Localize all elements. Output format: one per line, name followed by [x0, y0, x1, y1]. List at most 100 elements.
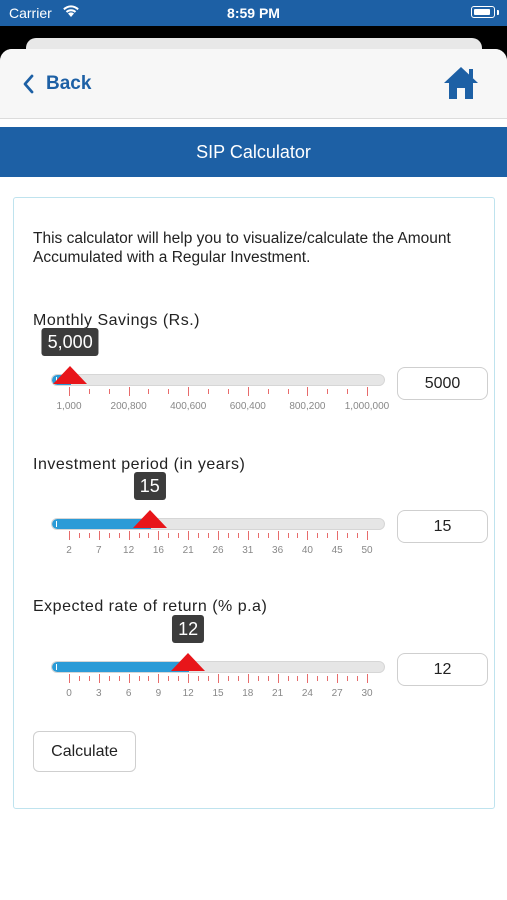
- tick-mark: [69, 531, 70, 540]
- tick-mark: [327, 533, 329, 538]
- tick-labels: 1,000 200,800 400,600 600,400 800,200 1,000,0…: [51, 401, 389, 413]
- rate-of-return-input[interactable]: [397, 653, 488, 686]
- tick-label: 21: [272, 688, 284, 699]
- tick-label: 15: [212, 688, 224, 699]
- tick-mark: [208, 676, 210, 681]
- tick-mark: [237, 533, 239, 538]
- calculator-panel: This calculator will help you to visuali…: [13, 197, 495, 809]
- tick-mark: [357, 533, 359, 538]
- tick-label: 200,800: [110, 401, 147, 412]
- tick-label: 2: [66, 545, 72, 556]
- tick-mark: [327, 389, 329, 394]
- tick-mark: [138, 533, 140, 538]
- tick-mark: [287, 389, 289, 394]
- value-bubble: 15: [133, 472, 166, 500]
- tick-mark: [307, 674, 309, 683]
- tick-mark: [227, 533, 229, 538]
- tick-label: 7: [96, 545, 102, 556]
- investment-period-input[interactable]: [397, 510, 488, 543]
- tick-mark: [69, 674, 70, 683]
- tick-label: 12: [182, 688, 194, 699]
- tick-mark: [267, 389, 269, 394]
- tick-mark: [78, 533, 80, 538]
- tick-mark: [178, 533, 180, 538]
- tick-mark: [88, 533, 90, 538]
- tick-label: 9: [155, 688, 162, 699]
- tick-mark: [347, 676, 349, 681]
- tick-mark: [307, 531, 309, 540]
- slider-thumb[interactable]: [171, 653, 206, 671]
- tick-mark: [218, 531, 219, 540]
- slider-thumb[interactable]: [132, 510, 167, 528]
- tick-mark: [188, 674, 190, 683]
- tick-mark: [297, 676, 299, 681]
- tick-label: 24: [301, 688, 313, 699]
- tick-label: 26: [212, 545, 224, 556]
- home-icon: [444, 67, 478, 99]
- tick-mark: [277, 531, 279, 540]
- tick-mark: [257, 533, 259, 538]
- tick-mark: [317, 676, 319, 681]
- rate-of-return-slider[interactable]: 12 0 3 6 9 12 15 18 21 24 27 30: [51, 615, 385, 721]
- tick-mark: [267, 533, 269, 538]
- chevron-left-icon: [23, 74, 34, 94]
- tick-mark: [297, 533, 299, 538]
- investment-period-slider[interactable]: 15 2 7 12 16 21 26 31 36 40 45 50: [51, 472, 385, 578]
- tick-mark: [128, 387, 130, 396]
- slider-thumb[interactable]: [53, 366, 88, 384]
- slider-track[interactable]: [51, 661, 385, 673]
- home-button[interactable]: [442, 65, 480, 101]
- tick-mark: [168, 676, 170, 681]
- tick-mark: [367, 674, 368, 683]
- tick-mark: [317, 533, 319, 538]
- tick-label: 1,000,000: [344, 401, 390, 412]
- tick-label: 12: [123, 545, 135, 556]
- tick-mark: [347, 533, 349, 538]
- tick-mark: [287, 676, 289, 681]
- tick-mark: [78, 676, 80, 681]
- tick-mark: [148, 533, 150, 538]
- navigation-bar: Back: [0, 49, 507, 119]
- tick-labels: 0 3 6 9 12 15 18 21 24 27 30: [51, 688, 385, 700]
- tick-mark: [198, 676, 200, 681]
- tick-mark: [247, 387, 249, 396]
- tick-mark: [307, 387, 309, 396]
- tick-marks: [51, 674, 385, 686]
- monthly-savings-input[interactable]: [397, 367, 488, 400]
- monthly-savings-slider[interactable]: 5,000 1,000 200,800 400,600 600,400 800,200 1…: [41, 328, 389, 434]
- tick-mark: [267, 676, 269, 681]
- tick-mark: [367, 531, 368, 540]
- tick-mark: [188, 531, 190, 540]
- tick-label: 31: [242, 545, 254, 556]
- tick-mark: [69, 387, 70, 396]
- rate-of-return-label: Expected rate of return (% p.a): [33, 598, 268, 615]
- back-button[interactable]: Back: [22, 69, 91, 99]
- calculate-button[interactable]: Calculate: [33, 731, 136, 772]
- tick-label: 6: [125, 688, 132, 699]
- back-label: Back: [46, 73, 92, 94]
- tick-mark: [208, 389, 210, 394]
- tick-label: 3: [96, 688, 102, 699]
- tick-mark: [357, 676, 359, 681]
- slider-track[interactable]: [51, 518, 385, 530]
- tick-label: 16: [152, 545, 164, 556]
- tick-mark: [108, 533, 110, 538]
- modal-sheet: Back SIP Calculator This calculator will…: [0, 49, 507, 900]
- tick-mark: [337, 674, 339, 683]
- tick-mark: [227, 389, 229, 394]
- tick-label: 27: [331, 688, 343, 699]
- tick-mark: [108, 676, 110, 681]
- tick-mark: [237, 676, 239, 681]
- tick-label: 1,000: [56, 401, 82, 412]
- tick-mark: [208, 533, 210, 538]
- tick-label: 36: [272, 545, 284, 556]
- tick-mark: [118, 533, 120, 538]
- slider-track[interactable]: [51, 374, 385, 386]
- tick-mark: [158, 531, 160, 540]
- tick-mark: [88, 676, 90, 681]
- tick-mark: [128, 531, 130, 540]
- tick-mark: [257, 676, 259, 681]
- tick-mark: [247, 674, 249, 683]
- tick-mark: [88, 389, 90, 394]
- tick-mark: [178, 676, 180, 681]
